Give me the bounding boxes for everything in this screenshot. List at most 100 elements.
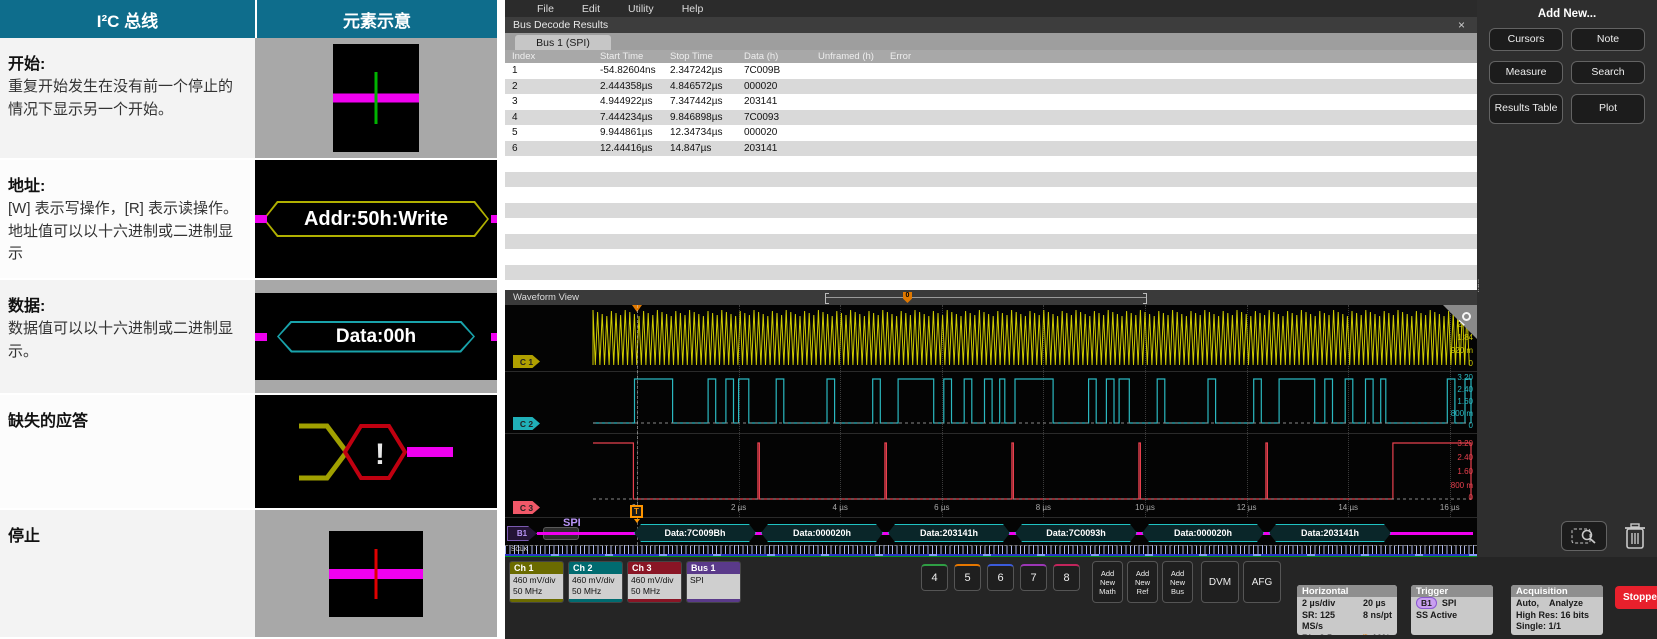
menu-utility[interactable]: Utility: [614, 3, 668, 15]
cell: 4.846572µs: [663, 81, 737, 92]
trace: [505, 305, 1477, 371]
channel-7-button[interactable]: 7: [1020, 564, 1047, 591]
start-marker: [375, 72, 378, 124]
table-row: [505, 265, 1477, 281]
trigger-panel[interactable]: Trigger B1SPI SS Active: [1411, 585, 1493, 635]
scope-application: FileEditUtilityHelp Bus Decode Results ×…: [505, 0, 1657, 639]
time-tick-label: 10 µs: [1135, 503, 1155, 512]
note-button[interactable]: Note: [1571, 28, 1645, 51]
table-row[interactable]: 59.944861µs12.34734µs000020: [505, 125, 1477, 141]
add-new-math-button[interactable]: AddNewMath: [1092, 561, 1123, 603]
cell: 000020: [737, 81, 811, 92]
row-description: 数据值可以以十六进制或二进制显示。: [8, 318, 245, 363]
table-row: [505, 156, 1477, 172]
badge-ch3[interactable]: Ch 3460 mV/div50 MHz: [627, 561, 682, 603]
channel-badges: Ch 1460 mV/div50 MHzCh 2460 mV/div50 MHz…: [509, 559, 741, 637]
column-header-index: Index: [505, 51, 593, 62]
time-tick-label: 14 µs: [1338, 503, 1358, 512]
slider-handle[interactable]: 0: [903, 292, 912, 303]
table-row[interactable]: 34.944922µs7.347442µs203141: [505, 94, 1477, 110]
run-stop-button[interactable]: Stopped: [1615, 586, 1657, 609]
channel-8-button[interactable]: 8: [1053, 564, 1080, 591]
row-description: [W] 表示写操作，[R] 表示读操作。地址值可以以十六进制或二进制显示: [8, 198, 245, 266]
badge-ch1[interactable]: Ch 1460 mV/div50 MHz: [509, 561, 564, 603]
sidebar-bottom-tools: [1477, 521, 1657, 551]
afg-button[interactable]: AFG: [1243, 561, 1281, 603]
menu-file[interactable]: File: [523, 3, 568, 15]
bus-stub-right: [491, 333, 497, 341]
channel-scale: 460 mV/div: [631, 575, 681, 586]
row-title: 开始:: [8, 50, 245, 74]
search-button[interactable]: Search: [1571, 61, 1645, 84]
pan-zoom-slider[interactable]: 0: [825, 297, 1147, 298]
acquisition-panel[interactable]: Acquisition Auto,Analyze High Res: 16 bi…: [1511, 585, 1603, 635]
acquisition-title: Acquisition: [1511, 585, 1603, 597]
scope-main: FileEditUtilityHelp Bus Decode Results ×…: [505, 0, 1477, 557]
badge-bus1[interactable]: Bus 1SPI: [686, 561, 741, 603]
trash-icon[interactable]: [1623, 522, 1647, 550]
tab-bus1-spi[interactable]: Bus 1 (SPI): [515, 35, 611, 50]
table-row[interactable]: 22.444358µs4.846572µs000020: [505, 79, 1477, 95]
horizontal-record-length: RL: 2.5 kpts: [1302, 633, 1353, 635]
add-new-bus-button[interactable]: AddNewBus: [1162, 561, 1193, 603]
row-figure-missing-ack: !: [255, 395, 497, 508]
table-row[interactable]: 47.444234µs9.846898µs7C0093: [505, 110, 1477, 126]
close-icon[interactable]: ×: [1454, 18, 1469, 32]
add-new-sidebar: ⁞⁞ Add New... Cursors Note Measure Search Re…: [1477, 0, 1657, 557]
cell: 7.347442µs: [663, 96, 737, 107]
channel-color-stripe: [628, 599, 681, 602]
bus-stub-left: [255, 333, 267, 341]
trigger-status: SS Active: [1416, 610, 1488, 622]
cell: 7.444234µs: [593, 112, 663, 123]
waveform-title: Waveform View: [513, 292, 579, 303]
row-title: 地址:: [8, 172, 245, 196]
horizontal-window: 20 µs: [1363, 598, 1392, 610]
time-tick-label: 2 µs: [731, 503, 746, 512]
channel-5-button[interactable]: 5: [954, 564, 981, 591]
badge-ch2[interactable]: Ch 2460 mV/div50 MHz: [568, 561, 623, 603]
cell: 1: [505, 65, 593, 76]
table-row: [505, 234, 1477, 250]
waveform-plot[interactable]: 3.682.761.84920 m03.202.401.60800 m03.20…: [505, 305, 1477, 557]
tool-buttons: DVMAFG: [1201, 559, 1281, 637]
bus-badge-b1[interactable]: B1: [507, 526, 537, 541]
channel-4-button[interactable]: 4: [921, 564, 948, 591]
add-new-title: Add New...: [1538, 8, 1596, 20]
horizontal-title: Horizontal: [1297, 585, 1397, 597]
panel-splitter[interactable]: ⁞⁞: [1477, 282, 1480, 292]
channel-settings: 460 mV/div50 MHz: [628, 574, 681, 599]
channel-number-buttons: 45678: [921, 559, 1080, 637]
row-text-cell: 数据:数据值可以以十六进制或二进制显示。: [0, 280, 255, 393]
plot-button[interactable]: Plot: [1571, 94, 1645, 124]
add-new-ref-button[interactable]: AddNewRef: [1127, 561, 1158, 603]
menu-edit[interactable]: Edit: [568, 3, 614, 15]
zoom-box-button[interactable]: [1561, 521, 1607, 551]
row-figure-data: Data:00h: [255, 280, 497, 393]
scale-label: 800 m: [1451, 409, 1473, 418]
channel-6-button[interactable]: 6: [987, 564, 1014, 591]
dvm-button[interactable]: DVM: [1201, 561, 1239, 603]
channel2-section: 3.202.401.60800 m0: [505, 371, 1477, 433]
zoom-box-icon: [1571, 527, 1597, 545]
magnifier-icon: [1462, 312, 1471, 321]
results-table-button[interactable]: Results Table: [1489, 94, 1563, 124]
measure-button[interactable]: Measure: [1489, 61, 1563, 84]
column-header-error: Error: [883, 51, 1477, 62]
channel-settings: SPI: [687, 574, 740, 599]
scale-label: 800 m: [1451, 481, 1473, 490]
channel-name: Ch 2: [569, 562, 622, 574]
scale-label: 1.84: [1457, 333, 1473, 342]
trigger-position-icon: ⛿: [1363, 633, 1372, 635]
i2c-reference-table: I²C 总线 元素示意 开始:重复开始发生在没有前一个停止的情况下显示另一个开始…: [0, 0, 497, 639]
cursors-button[interactable]: Cursors: [1489, 28, 1563, 51]
channel1-section: 3.682.761.84920 m0: [505, 305, 1477, 371]
table-row: 数据:数据值可以以十六进制或二进制显示。Data:00h: [0, 280, 497, 395]
cell: 2: [505, 81, 593, 92]
horizontal-panel[interactable]: Horizontal 2 µs/div 20 µs SR: 125 MS/s 8…: [1297, 585, 1397, 635]
menu-help[interactable]: Help: [668, 3, 718, 15]
cell: 4: [505, 112, 593, 123]
table-row[interactable]: 1-54.82604ns2.347242µs7C009B: [505, 63, 1477, 79]
table-row[interactable]: 612.44416µs14.847µs203141: [505, 141, 1477, 157]
waveform-title-bar: Waveform View 0: [505, 290, 1477, 305]
trigger-source-badge: B1: [1416, 597, 1437, 609]
